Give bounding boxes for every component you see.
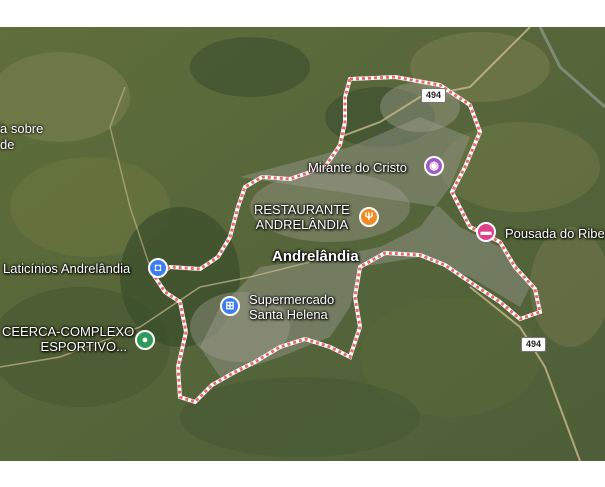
- camera-icon[interactable]: ◉: [424, 156, 444, 176]
- shopping-cart-icon[interactable]: ⊞: [220, 296, 240, 316]
- fork-knife-icon[interactable]: Ψ: [359, 207, 379, 227]
- place-label-laticinios[interactable]: Laticínios Andrelândia: [3, 261, 130, 276]
- place-label-ceerca[interactable]: CEERCA-COMPLEXO ESPORTIVO...: [2, 324, 134, 354]
- place-label-mirante[interactable]: Mirante do Cristo: [308, 160, 407, 175]
- road-shield-494: 494: [421, 88, 447, 103]
- satellite-imagery: [0, 27, 605, 461]
- place-label-restaurante[interactable]: RESTAURANTE ANDRELÂNDIA: [254, 202, 350, 232]
- park-icon[interactable]: ●: [135, 330, 155, 350]
- place-label-supermercado[interactable]: Supermercado Santa Helena: [249, 292, 334, 322]
- road-shield-494-south: 494: [521, 337, 547, 352]
- edge-text-line-1: a sobre: [0, 121, 44, 136]
- satellite-map[interactable]: a sobre de 494 494 Andrelândia Mirante d…: [0, 27, 605, 461]
- bed-icon[interactable]: ▬: [476, 222, 496, 242]
- edge-text-line-2: de: [0, 137, 15, 152]
- shopping-bag-icon[interactable]: ◘: [148, 258, 168, 278]
- town-label[interactable]: Andrelândia: [272, 249, 359, 264]
- place-label-pousada[interactable]: Pousada do Ribe: [505, 226, 605, 241]
